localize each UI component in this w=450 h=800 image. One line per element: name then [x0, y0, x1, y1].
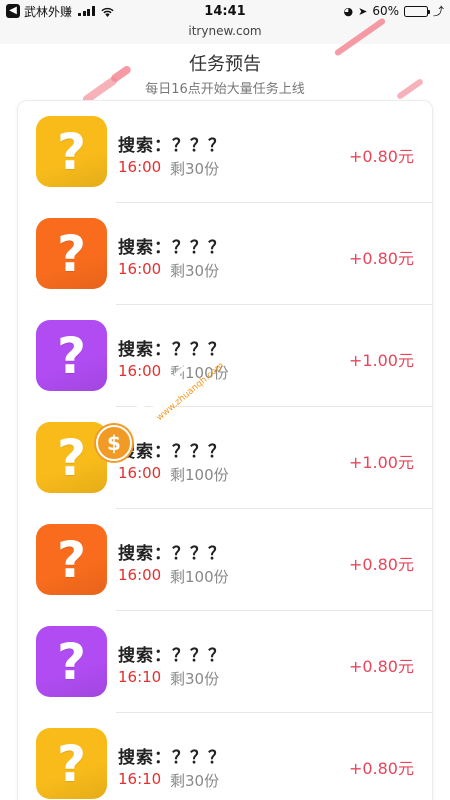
- charging-bolt-icon: ⤴: [433, 5, 444, 18]
- task-row[interactable]: ? 搜索：？？？ 16:00 剩100份 +1.00元: [18, 305, 432, 407]
- task-start-time: 16:10: [118, 770, 162, 788]
- question-mark-icon: ?: [36, 218, 107, 289]
- task-name: 搜索：？？？: [118, 544, 226, 564]
- battery-percent: 60%: [372, 4, 399, 18]
- location-arrow-icon: ➤: [358, 4, 368, 18]
- task-start-time: 16:00: [118, 566, 162, 584]
- task-remaining-count: 剩30份: [170, 670, 220, 688]
- task-reward: +0.80元: [348, 147, 414, 166]
- back-arrow-icon[interactable]: ◀: [6, 4, 20, 18]
- task-name: 搜索：？？？: [118, 136, 226, 156]
- question-mark-icon: ?: [36, 728, 107, 799]
- task-name: 搜索：？？？: [118, 646, 226, 666]
- task-reward: +0.80元: [348, 657, 414, 676]
- status-left: ◀ 武林外赚: [0, 3, 170, 20]
- cellular-signal-icon: [78, 6, 95, 16]
- battery-icon: [404, 5, 430, 17]
- task-reward: +1.00元: [348, 351, 414, 370]
- task-row[interactable]: ? 搜索：？？？ 16:00 剩100份 +0.80元: [18, 509, 432, 611]
- task-start-time: 16:00: [118, 464, 162, 482]
- task-reward: +0.80元: [348, 555, 414, 574]
- task-remaining-count: 剩30份: [170, 160, 220, 178]
- task-start-time: 16:00: [118, 158, 162, 176]
- page-subtitle: 每日16点开始大量任务上线: [145, 82, 305, 97]
- task-reward: +0.80元: [348, 249, 414, 268]
- back-app-label[interactable]: 武林外赚: [24, 3, 72, 20]
- task-name: 搜索：？？？: [118, 340, 226, 360]
- task-name: 搜索：？？？: [118, 238, 226, 258]
- task-row[interactable]: ? 搜索：？？？ 16:00 剩30份 +0.80元: [18, 203, 432, 305]
- task-row[interactable]: ? 搜索：？？？ 16:00 剩30份 +0.80元: [18, 101, 432, 203]
- task-row[interactable]: ? 搜索：？？？ 16:10 剩30份 +0.80元: [18, 713, 432, 800]
- task-list-card: ? 搜索：？？？ 16:00 剩30份 +0.80元? 搜索：？？？ 16:00 剩30份 +0…: [17, 100, 433, 800]
- page-title: 任务预告: [189, 54, 261, 75]
- task-name: 搜索：？？？: [118, 748, 226, 768]
- task-remaining-count: 剩100份: [170, 568, 229, 586]
- task-start-time: 16:00: [118, 260, 162, 278]
- task-remaining-count: 剩100份: [170, 466, 229, 484]
- task-remaining-count: 剩100份: [170, 364, 229, 382]
- task-row[interactable]: ? 搜索：？？？ 16:10 剩30份 +0.80元: [18, 611, 432, 713]
- task-remaining-count: 剩30份: [170, 772, 220, 790]
- question-mark-icon: ?: [36, 524, 107, 595]
- task-start-time: 16:10: [118, 668, 162, 686]
- question-mark-icon: ?: [36, 320, 107, 391]
- question-mark-icon: ?: [36, 116, 107, 187]
- task-start-time: 16:00: [118, 362, 162, 380]
- status-right: ◕ ➤ 60% ⤴: [344, 3, 450, 19]
- task-remaining-count: 剩30份: [170, 262, 220, 280]
- task-reward: +1.00元: [348, 453, 414, 472]
- url-bar[interactable]: itrynew.com: [0, 22, 450, 44]
- rotation-lock-icon: ◕: [343, 4, 354, 18]
- question-mark-icon: ?: [36, 626, 107, 697]
- task-name: 搜索：？？？: [118, 442, 226, 462]
- task-reward: +0.80元: [348, 759, 414, 778]
- task-row[interactable]: ? 搜索：？？？ 16:00 剩100份 +1.00元: [18, 407, 432, 509]
- question-mark-icon: ?: [36, 422, 107, 493]
- wifi-icon: [100, 7, 114, 17]
